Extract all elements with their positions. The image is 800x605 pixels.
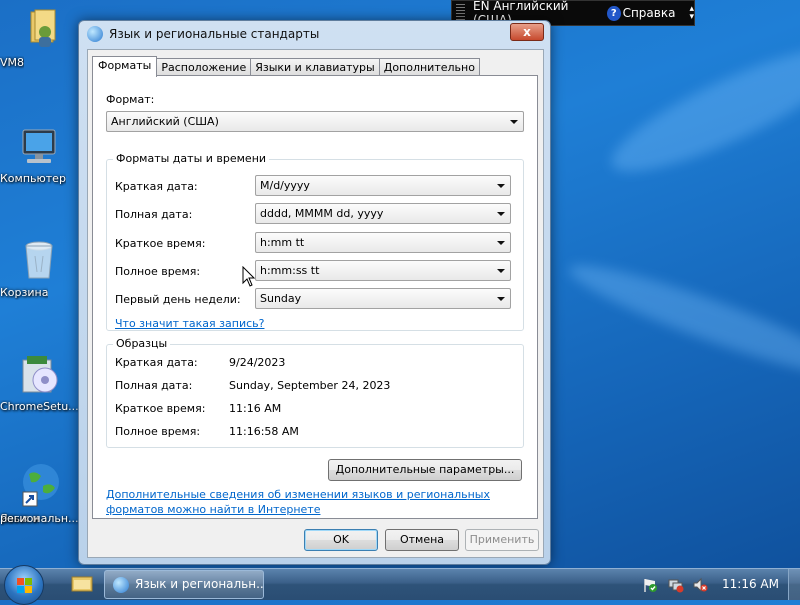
group-title: Образцы	[113, 337, 171, 350]
explorer-folder-icon[interactable]	[68, 571, 96, 597]
formats-panel: Формат: Английский (США) Форматы даты и …	[92, 75, 538, 519]
chevron-down-icon	[497, 269, 505, 273]
region-language-dialog: Язык и региональные стандарты x Форматы …	[78, 20, 551, 565]
sample-long-time-label: Полное время:	[115, 425, 201, 438]
format-select[interactable]: Английский (США)	[106, 111, 524, 132]
windows-logo-icon	[17, 578, 32, 593]
system-clock[interactable]: 11:16 AM	[722, 569, 779, 600]
desktop-icon-label: Компьютер	[0, 172, 66, 185]
help-label[interactable]: Справка	[623, 6, 676, 20]
globe-shortcut-icon	[15, 462, 63, 510]
close-button[interactable]: x	[510, 23, 544, 41]
desktop-icon-recycle-bin[interactable]: Корзина	[0, 236, 78, 299]
chevron-down-icon	[497, 184, 505, 188]
additional-settings-button[interactable]: Дополнительные параметры...	[328, 459, 522, 481]
sample-long-time-value: 11:16:58 AM	[229, 425, 299, 438]
volume-muted-icon[interactable]	[692, 577, 708, 593]
sample-short-date-label: Краткая дата:	[115, 356, 198, 369]
ok-button[interactable]: OK	[304, 529, 378, 551]
desktop-icon-computer[interactable]: Компьютер	[0, 122, 78, 185]
tab-keyboards-languages[interactable]: Языки и клавиатуры	[250, 58, 380, 76]
sample-long-date-value: Sunday, September 24, 2023	[229, 379, 391, 392]
network-disconnected-icon[interactable]	[668, 577, 684, 593]
short-date-select[interactable]: M/d/yyyy	[255, 175, 511, 196]
action-center-flag-icon[interactable]	[642, 577, 658, 593]
desktop-icon-vm8[interactable]: VM8	[0, 6, 78, 69]
online-info-link-line2[interactable]: форматов можно найти в Интернете	[106, 503, 320, 516]
help-icon[interactable]: ?	[607, 5, 621, 21]
window-title: Язык и региональные стандарты	[109, 27, 320, 41]
sample-short-time-value: 11:16 AM	[229, 402, 282, 415]
long-time-label: Полное время:	[115, 265, 201, 278]
format-label: Формат:	[106, 93, 155, 106]
datetime-formats-group: Форматы даты и времени Краткая дата: M/d…	[106, 152, 524, 331]
short-date-value: M/d/yyyy	[260, 179, 310, 192]
start-button[interactable]	[4, 565, 44, 605]
long-time-select[interactable]: h:mm:ss tt	[255, 260, 511, 281]
desktop-icon-label: VM8	[0, 56, 25, 69]
group-title: Форматы даты и времени	[113, 152, 270, 165]
globe-icon	[113, 577, 129, 593]
cancel-button[interactable]: Отмена	[385, 529, 459, 551]
user-folder-icon	[15, 6, 63, 54]
first-day-label: Первый день недели:	[115, 293, 241, 306]
online-info-link-line1[interactable]: Дополнительные сведения об изменении язы…	[106, 488, 490, 501]
first-day-value: Sunday	[260, 292, 302, 305]
desktop-icon-label: Корзина	[0, 286, 49, 299]
chevron-down-icon	[497, 212, 505, 216]
desktop-icon-region-language[interactable]: Язык и региональн...	[0, 462, 79, 525]
long-date-label: Полная дата:	[115, 208, 193, 221]
tab-strip: Форматы Расположение Языки и клавиатуры …	[92, 56, 480, 77]
recycle-bin-icon	[15, 236, 63, 284]
desktop-icon-chrome-setup[interactable]: ChromeSetu...	[0, 350, 79, 413]
globe-icon	[87, 26, 103, 42]
desktop-icon-label: ChromeSetu...	[0, 400, 79, 413]
taskbar-window-button[interactable]: Язык и региональн...	[104, 570, 264, 599]
samples-group: Образцы Краткая дата: 9/24/2023 Полная д…	[106, 337, 524, 448]
short-date-label: Краткая дата:	[115, 180, 198, 193]
dialog-client: Форматы Расположение Языки и клавиатуры …	[87, 49, 544, 558]
computer-icon	[15, 122, 63, 170]
chevron-down-icon	[510, 120, 518, 124]
taskbar: Язык и региональн... 11:16 AM	[0, 565, 800, 605]
taskbar-window-label: Язык и региональн...	[135, 577, 264, 591]
short-time-select[interactable]: h:mm tt	[255, 232, 511, 253]
chevron-down-icon	[497, 297, 505, 301]
wallpaper-streak	[599, 27, 800, 193]
long-time-value: h:mm:ss tt	[260, 264, 320, 277]
notation-help-link[interactable]: Что значит такая запись?	[115, 317, 264, 330]
desktop-icon-label: региональн...	[0, 512, 79, 525]
tab-location[interactable]: Расположение	[156, 58, 252, 76]
wallpaper-streak	[562, 249, 800, 391]
show-desktop-button[interactable]	[788, 569, 800, 600]
format-select-value: Английский (США)	[111, 115, 219, 128]
tab-formats[interactable]: Форматы	[92, 56, 158, 77]
sample-short-date-value: 9/24/2023	[229, 356, 286, 369]
title-bar[interactable]: Язык и региональные стандарты	[79, 21, 550, 47]
installer-icon	[15, 350, 63, 398]
chevron-down-icon	[497, 241, 505, 245]
tab-administrative[interactable]: Дополнительно	[378, 58, 480, 76]
sample-long-date-label: Полная дата:	[115, 379, 193, 392]
long-date-value: dddd, MMMM dd, yyyy	[260, 207, 384, 220]
apply-button[interactable]: Применить	[465, 529, 539, 551]
langbar-options-icon[interactable]: ▴ ▾	[689, 5, 694, 22]
short-time-label: Краткое время:	[115, 237, 206, 250]
mouse-cursor-icon	[242, 266, 256, 287]
sample-short-time-label: Краткое время:	[115, 402, 206, 415]
short-time-value: h:mm tt	[260, 236, 305, 249]
first-day-select[interactable]: Sunday	[255, 288, 511, 309]
long-date-select[interactable]: dddd, MMMM dd, yyyy	[255, 203, 511, 224]
